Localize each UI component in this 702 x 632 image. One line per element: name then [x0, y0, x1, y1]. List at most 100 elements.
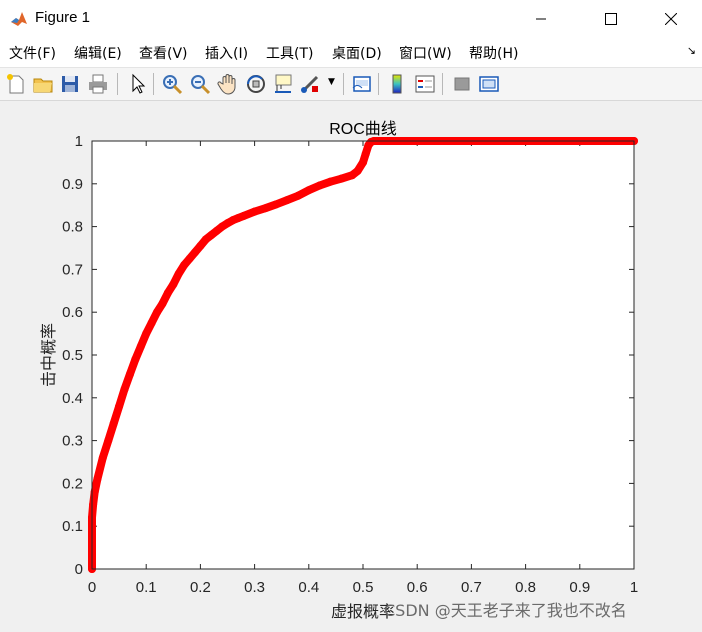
roc-data-point — [125, 370, 134, 379]
legend-icon[interactable] — [413, 72, 437, 96]
window-title: Figure 1 — [35, 9, 91, 26]
watermark: CSDN @天王老子来了我也不改名 — [384, 601, 627, 620]
link-plot-icon[interactable] — [350, 72, 374, 96]
roc-data-point — [163, 288, 172, 297]
x-tick-label: 0.3 — [244, 579, 265, 596]
roc-data-point — [250, 207, 259, 216]
chart-title: ROC曲线 — [329, 120, 397, 138]
show-plot-tools-icon[interactable] — [477, 72, 501, 96]
figure-area: 0 0.1 0.2 0.3 0.4 0.5 0.6 0.7 0.8 0.9 1 0 0.1 0.2 0.3… — [0, 101, 702, 628]
roc-data-point — [272, 200, 281, 209]
hide-plot-tools-icon[interactable] — [450, 72, 474, 96]
roc-data-point — [293, 191, 302, 200]
x-tick-label: 0.5 — [353, 579, 374, 596]
roc-data-point — [361, 149, 370, 158]
menu-bar: 文件(F) 编辑(E) 查看(V) 插入(I) 工具(T) 桌面(D) 窗口(W… — [0, 38, 702, 68]
zoom-out-icon[interactable] — [188, 72, 212, 96]
y-tick-label: 0.6 — [62, 304, 83, 321]
zoom-in-icon[interactable] — [160, 72, 184, 96]
pointer-icon[interactable] — [125, 72, 149, 96]
menu-help[interactable]: 帮助(H) — [469, 43, 518, 63]
print-icon[interactable] — [86, 72, 110, 96]
roc-data-point — [315, 181, 324, 190]
y-tick-label: 0.3 — [62, 433, 83, 450]
roc-data-point — [304, 186, 313, 195]
maximize-button[interactable] — [588, 0, 634, 38]
roc-data-point — [337, 174, 346, 183]
x-tick-label: 0.9 — [569, 579, 590, 596]
toolbar-separator — [343, 73, 344, 95]
roc-data-point — [190, 248, 199, 257]
menu-insert[interactable]: 插入(I) — [205, 43, 248, 63]
roc-data-point — [153, 308, 162, 317]
x-tick-label: 0.4 — [298, 579, 319, 596]
toolbar-separator — [442, 73, 443, 95]
close-icon — [665, 13, 677, 25]
roc-data-point — [158, 299, 167, 308]
roc-data-point — [104, 436, 113, 445]
menu-edit[interactable]: 编辑(E) — [74, 43, 122, 63]
x-tick-label: 0.1 — [136, 579, 157, 596]
close-button[interactable] — [648, 0, 694, 38]
roc-data-point — [169, 280, 178, 289]
x-tick-label: 0 — [88, 579, 96, 596]
menu-tools[interactable]: 工具(T) — [266, 43, 313, 63]
roc-data-point — [89, 500, 98, 509]
pan-hand-icon[interactable] — [216, 72, 240, 96]
roc-data-point — [131, 355, 140, 364]
y-tick-label: 0 — [75, 561, 83, 578]
y-tick-label: 0.1 — [62, 518, 83, 535]
roc-data-point — [142, 329, 151, 338]
new-figure-icon[interactable] — [4, 72, 28, 96]
roc-data-point — [239, 211, 248, 220]
y-tick-label: 0.9 — [62, 176, 83, 193]
chevron-down-icon[interactable]: ▼ — [328, 77, 335, 87]
y-tick-label: 0.2 — [62, 475, 83, 492]
roc-data-point — [136, 342, 145, 351]
menu-view[interactable]: 查看(V) — [139, 43, 188, 63]
colorbar-icon[interactable] — [385, 72, 409, 96]
menu-desktop[interactable]: 桌面(D) — [332, 43, 382, 63]
menu-window[interactable]: 窗口(W) — [399, 43, 452, 63]
x-tick-label: 0.2 — [190, 579, 211, 596]
menu-file[interactable]: 文件(F) — [9, 43, 56, 63]
roc-data-point — [353, 166, 362, 175]
rotate-3d-icon[interactable] — [244, 72, 268, 96]
x-tick-label: 0.6 — [407, 579, 428, 596]
roc-data-point — [174, 269, 183, 278]
minimize-icon — [536, 18, 546, 20]
title-bar: Figure 1 — [0, 0, 702, 38]
open-file-icon[interactable] — [31, 72, 55, 96]
brush-icon[interactable] — [298, 72, 322, 96]
data-cursor-icon[interactable] — [271, 72, 295, 96]
roc-data-point — [261, 204, 270, 213]
toolbar-separator — [378, 73, 379, 95]
roc-data-point — [147, 318, 156, 327]
y-tick-label: 0.4 — [62, 390, 83, 407]
x-tick-label: 0.8 — [515, 579, 536, 596]
roc-data-point — [326, 177, 335, 186]
x-tick-label: 0.7 — [461, 579, 482, 596]
menu-collapse-arrow-icon[interactable]: ↘ — [687, 44, 696, 57]
maximize-icon — [605, 13, 617, 25]
roc-data-point — [359, 158, 367, 167]
y-axis-label: 击中概率 — [39, 323, 58, 387]
roc-data-point — [180, 261, 189, 270]
toolbar: ▼ — [0, 68, 702, 101]
minimize-button[interactable] — [518, 0, 564, 38]
roc-data-point — [93, 475, 102, 484]
save-icon[interactable] — [58, 72, 82, 96]
roc-chart[interactable]: 0 0.1 0.2 0.3 0.4 0.5 0.6 0.7 0.8 0.9 1 0 0.1 0.2 0.3… — [0, 101, 702, 628]
x-tick-label: 1 — [630, 579, 638, 596]
roc-data-point — [185, 254, 194, 263]
roc-data-point — [196, 241, 205, 250]
plot-area — [92, 141, 634, 569]
y-tick-label: 0.5 — [62, 347, 83, 364]
toolbar-separator — [117, 73, 118, 95]
roc-data-point — [98, 453, 107, 462]
y-tick-label: 0.7 — [62, 261, 83, 278]
matlab-logo-icon — [10, 10, 28, 28]
roc-data-point — [115, 402, 124, 411]
roc-data-point — [120, 385, 129, 394]
roc-data-point — [283, 196, 292, 205]
